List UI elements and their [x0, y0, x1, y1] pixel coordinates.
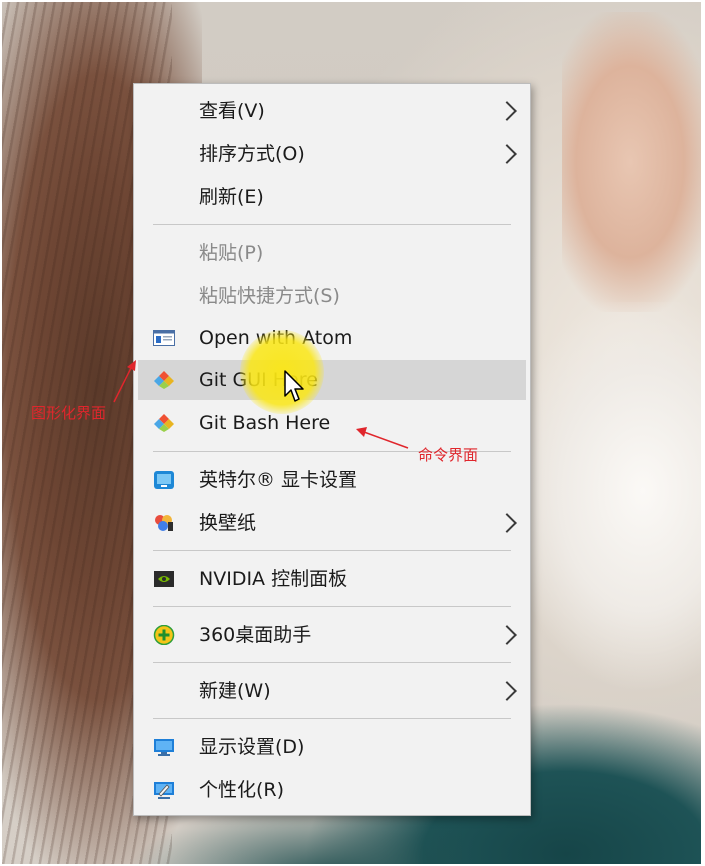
wallpaper-arm	[562, 12, 701, 312]
menu-item-label: 换壁纸	[199, 512, 257, 534]
menu-item-label: 查看(V)	[199, 100, 265, 122]
menu-separator	[153, 224, 511, 225]
menu-item-display-settings[interactable]: 显示设置(D)	[138, 727, 526, 767]
chevron-right-icon	[497, 101, 517, 121]
mouse-pointer-icon	[284, 370, 304, 402]
wallpaper-icon	[153, 513, 175, 533]
menu-item-label: 个性化(R)	[199, 779, 285, 801]
menu-item-open-with-atom[interactable]: Open with Atom	[138, 318, 526, 358]
chevron-right-icon	[497, 681, 517, 701]
menu-item-refresh[interactable]: 刷新(E)	[138, 177, 526, 217]
menu-item-360-desktop-assistant[interactable]: 360桌面助手	[138, 615, 526, 655]
menu-item-sort-by[interactable]: 排序方式(O)	[138, 134, 526, 174]
personalize-icon	[153, 780, 175, 800]
chevron-right-icon	[497, 144, 517, 164]
annotation-arrow-cmd	[356, 427, 409, 449]
menu-item-label: 新建(W)	[199, 680, 271, 702]
menu-item-paste[interactable]: 粘贴(P)	[138, 233, 526, 273]
menu-item-label: 显示设置(D)	[199, 736, 305, 758]
chevron-right-icon	[497, 513, 517, 533]
menu-item-label: 粘贴快捷方式(S)	[199, 285, 340, 307]
menu-separator	[153, 606, 511, 607]
menu-item-new[interactable]: 新建(W)	[138, 671, 526, 711]
window-icon	[153, 328, 175, 348]
menu-item-intel-graphics[interactable]: 英特尔® 显卡设置	[138, 460, 526, 500]
menu-item-git-bash-here[interactable]: Git Bash Here	[138, 403, 526, 443]
annotation-arrow-gui	[113, 360, 136, 403]
menu-item-label: Git Bash Here	[199, 412, 331, 434]
menu-item-git-gui-here[interactable]: Git GUI Here	[138, 360, 526, 400]
intel-graphics-icon	[153, 470, 175, 490]
menu-item-paste-shortcut[interactable]: 粘贴快捷方式(S)	[138, 276, 526, 316]
menu-item-label: 粘贴(P)	[199, 242, 264, 264]
menu-item-view[interactable]: 查看(V)	[138, 91, 526, 131]
plus-circle-icon	[153, 624, 175, 646]
menu-item-nvidia-control-panel[interactable]: NVIDIA 控制面板	[138, 559, 526, 599]
wallpaper-collar	[522, 302, 701, 722]
menu-separator	[153, 718, 511, 719]
menu-item-change-wallpaper[interactable]: 换壁纸	[138, 503, 526, 543]
menu-separator	[153, 550, 511, 551]
annotation-gui-label: 图形化界面	[31, 404, 107, 422]
git-diamond-icon	[153, 413, 175, 433]
git-diamond-icon	[153, 370, 175, 390]
menu-item-label: 英特尔® 显卡设置	[199, 469, 358, 491]
chevron-right-icon	[497, 625, 517, 645]
menu-item-label: 刷新(E)	[199, 186, 264, 208]
menu-item-label: Open with Atom	[199, 327, 353, 349]
menu-item-personalize[interactable]: 个性化(R)	[138, 770, 526, 810]
monitor-icon	[153, 737, 175, 757]
menu-item-label: 360桌面助手	[199, 624, 312, 646]
menu-separator	[153, 662, 511, 663]
menu-item-label: 排序方式(O)	[199, 143, 305, 165]
menu-item-label: NVIDIA 控制面板	[199, 568, 348, 590]
annotation-cmd-label: 命令界面	[418, 446, 479, 464]
nvidia-icon	[153, 569, 175, 589]
